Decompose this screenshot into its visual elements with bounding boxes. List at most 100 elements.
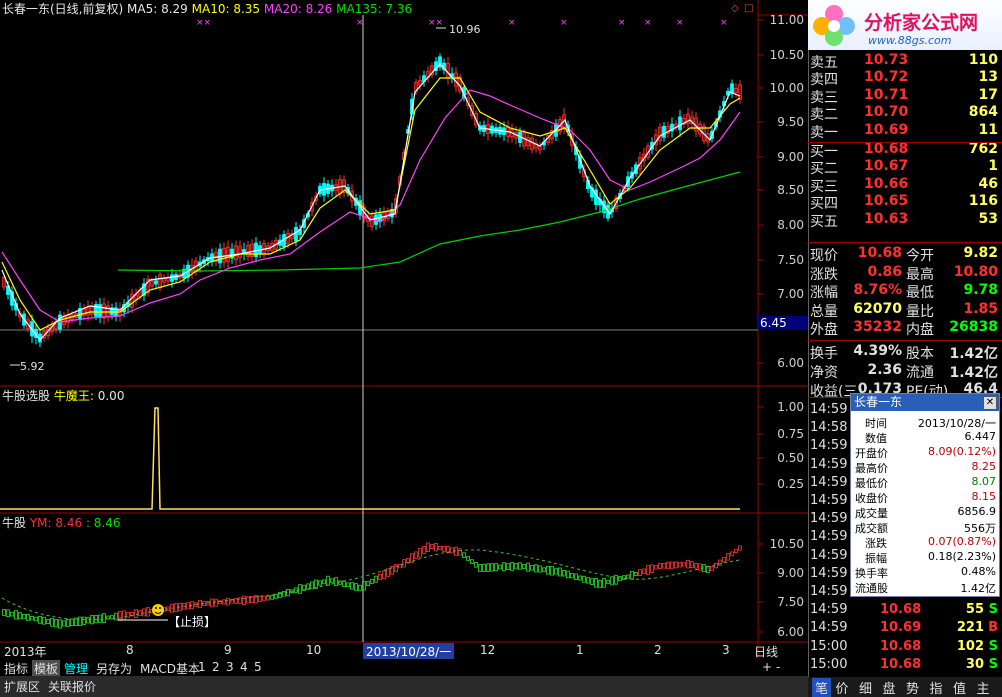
logo-name: 分析家公式网 bbox=[864, 12, 979, 34]
zoom-out-button[interactable]: - bbox=[776, 660, 780, 674]
ind2-tick-1: 9.00 bbox=[777, 566, 804, 580]
ind2-name[interactable]: 牛股 bbox=[2, 516, 26, 530]
ind2-tick-0: 10.50 bbox=[769, 537, 804, 551]
popup-key: 成交额 bbox=[855, 522, 888, 535]
save-as-tab[interactable]: 另存为 bbox=[96, 660, 132, 677]
price-tick-10: 6.00 bbox=[777, 356, 804, 370]
macd-tab[interactable]: MACD基本 bbox=[140, 660, 200, 677]
close-icon[interactable]: ✕ bbox=[983, 396, 997, 410]
right-tab-1[interactable]: 价 bbox=[836, 678, 849, 697]
extension-area-tab[interactable]: 扩展区 bbox=[4, 678, 40, 695]
stock-title: 长春一东(日线,前复权) bbox=[2, 2, 124, 16]
orderbook-row: 买四 10.65 116 bbox=[808, 193, 1002, 212]
trade-side: B bbox=[988, 620, 998, 636]
restore-icon[interactable]: ◇ bbox=[731, 3, 739, 14]
price-tick-1: 10.50 bbox=[769, 48, 804, 62]
tab-5[interactable]: 5 bbox=[254, 660, 262, 674]
template-tab[interactable]: 模板 bbox=[32, 660, 61, 677]
tab-4[interactable]: 4 bbox=[240, 660, 248, 674]
orderbook-volume: 13 bbox=[978, 69, 998, 86]
zoom-in-button[interactable]: + bbox=[762, 660, 772, 674]
candle-body bbox=[374, 214, 378, 225]
popup-key: 成交量 bbox=[855, 507, 888, 520]
popup-row: 收盘价 8.15 bbox=[851, 490, 999, 505]
orderbook-volume: 762 bbox=[968, 141, 998, 157]
candle-body bbox=[254, 242, 258, 258]
kline-chart[interactable]: 10.96 5.92 ×× × ×× × × × × × × bbox=[0, 0, 808, 659]
orderbook-label: 卖一 bbox=[810, 124, 838, 141]
indicator-tab[interactable]: 指标 bbox=[4, 660, 28, 677]
ma135-label: MA135: 7.36 bbox=[336, 2, 413, 16]
svg-text:×: × bbox=[720, 18, 728, 28]
trade-price: 10.68 bbox=[880, 638, 922, 654]
popup-key: 最高价 bbox=[855, 462, 888, 475]
orderbook-volume: 17 bbox=[978, 86, 998, 103]
orderbook-volume: 1 bbox=[988, 158, 998, 175]
stat-key: 涨幅 bbox=[810, 285, 838, 301]
ind2-tick-3: 6.00 bbox=[777, 625, 804, 639]
svg-text:×: × bbox=[356, 18, 364, 28]
orderbook-row: 卖一 10.69 11 bbox=[808, 122, 1002, 141]
stat-key: 最高 bbox=[906, 266, 934, 283]
popup-value: 8.25 bbox=[971, 460, 997, 473]
price-tick-5: 8.50 bbox=[777, 183, 804, 197]
orderbook-row: 卖四 10.72 13 bbox=[808, 69, 1002, 88]
popup-value: 6.447 bbox=[964, 430, 997, 443]
trade-time: 14:59 bbox=[810, 474, 848, 490]
ma5-label: MA5: 8.29 bbox=[127, 2, 188, 16]
trade-time: 14:59 bbox=[810, 620, 848, 636]
trade-volume: 102 bbox=[956, 638, 984, 654]
right-tab-4[interactable]: 势 bbox=[906, 678, 919, 697]
price-tick-4: 9.00 bbox=[777, 150, 804, 164]
popup-row: 涨跌 0.07(0.87%) bbox=[851, 535, 999, 550]
right-tab-2[interactable]: 细 bbox=[859, 678, 872, 697]
orderbook-price: 10.72 bbox=[864, 69, 909, 86]
period-label[interactable]: 日线 bbox=[754, 643, 778, 660]
orderbook-volume: 53 bbox=[978, 210, 998, 227]
stat-value: 10.80 bbox=[953, 263, 998, 280]
popup-title-bar: 长春一东 ✕ bbox=[851, 394, 999, 411]
trade-time: 15:00 bbox=[810, 638, 848, 654]
trade-time: 14:59 bbox=[810, 493, 848, 508]
stat-value: 1.85 bbox=[963, 300, 998, 317]
right-tab-7[interactable]: 主 bbox=[977, 678, 990, 697]
ind1-value: 0.00 bbox=[97, 389, 125, 403]
candle-body bbox=[678, 116, 682, 131]
tab-1[interactable]: 1 bbox=[198, 660, 206, 674]
current-price-marker: 6.45 bbox=[760, 316, 787, 330]
orderbook-price: 10.67 bbox=[864, 158, 909, 175]
max-icon[interactable]: □ bbox=[744, 3, 753, 14]
stat-value: 2.36 bbox=[867, 362, 902, 378]
stat-key: 涨跌 bbox=[810, 266, 838, 283]
stat-key: 外盘 bbox=[810, 322, 838, 338]
svg-text:×: × bbox=[560, 18, 568, 28]
popup-value: 8.07 bbox=[971, 475, 997, 488]
stat-key: 换手 bbox=[810, 346, 838, 362]
stat-value: 4.39% bbox=[853, 343, 902, 359]
smiley-icon bbox=[152, 604, 164, 616]
price-tick-6: 8.00 bbox=[777, 218, 804, 232]
svg-text:×: × bbox=[676, 18, 684, 28]
stat-value: 9.82 bbox=[963, 245, 998, 261]
right-tab-6[interactable]: 值 bbox=[953, 678, 966, 697]
high-price-label: 10.96 bbox=[449, 23, 481, 36]
trade-row: 14:59 10.68 55 S bbox=[808, 602, 1002, 620]
trade-row: 14:59 10.69 221 B bbox=[808, 620, 1002, 638]
stat-row: 涨跌 0.86 最高 10.80 bbox=[808, 263, 1002, 283]
right-tab-3[interactable]: 盘 bbox=[883, 678, 896, 697]
tab-2[interactable]: 2 bbox=[212, 660, 220, 674]
related-quote-tab[interactable]: 关联报价 bbox=[48, 678, 96, 695]
popup-key: 开盘价 bbox=[855, 447, 888, 460]
stat-row: 涨幅 8.76% 最低 9.78 bbox=[808, 282, 1002, 301]
svg-text:××: ×× bbox=[196, 18, 211, 28]
right-tab-5[interactable]: 指 bbox=[930, 678, 943, 697]
ind1-name[interactable]: 牛股选股 bbox=[2, 389, 50, 403]
svg-text:×: × bbox=[508, 18, 516, 28]
right-tab-0[interactable]: 笔 bbox=[812, 678, 832, 697]
trade-time: 14:58 bbox=[810, 420, 848, 436]
info-popup: 长春一东 ✕ 时间 2013/10/28/一 数值 6.447 开盘价 8.09(0.12… bbox=[850, 393, 1000, 597]
tab-3[interactable]: 3 bbox=[226, 660, 234, 674]
orderbook-row: 买一 10.68 762 bbox=[808, 141, 1002, 160]
ind2-ym: YM: 8.46 bbox=[29, 516, 83, 530]
manage-tab[interactable]: 管理 bbox=[64, 660, 88, 677]
